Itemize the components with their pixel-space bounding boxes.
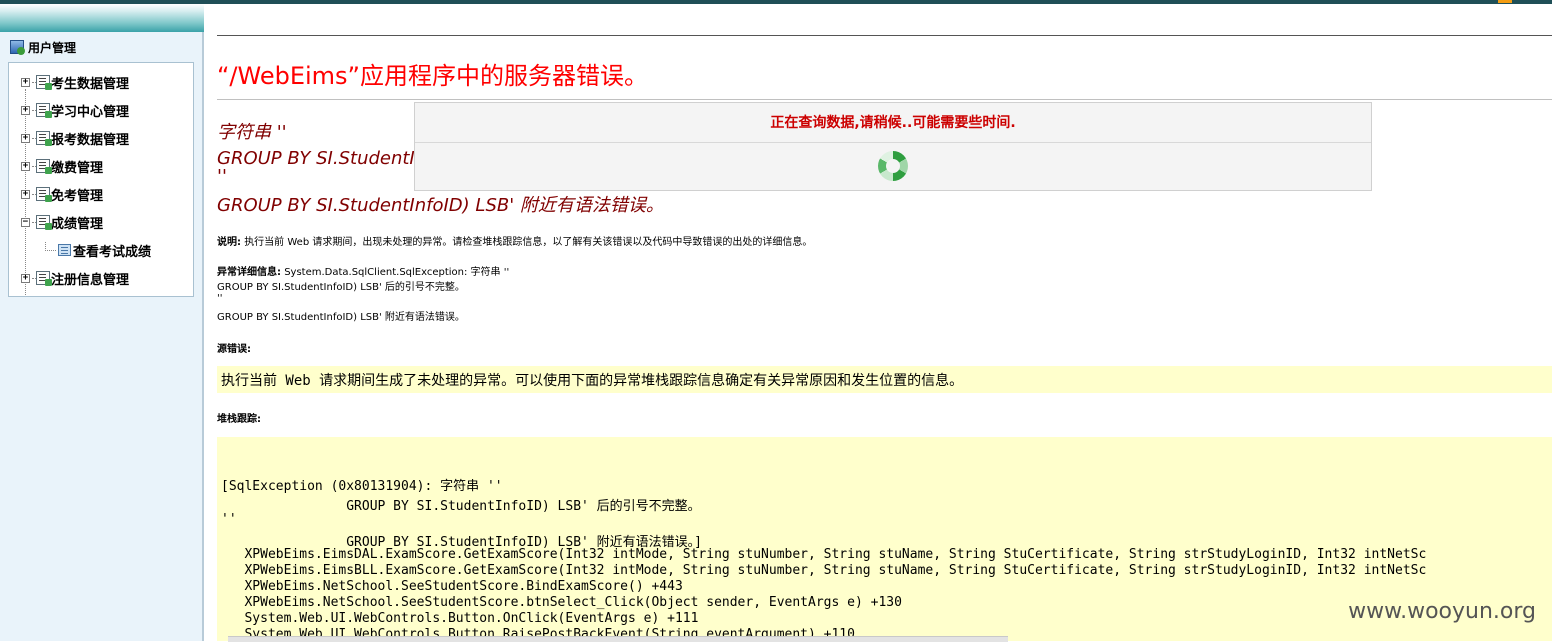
loading-overlay: 正在查询数据,请稍候..可能需要些时间. bbox=[414, 102, 1372, 191]
folder-icon bbox=[36, 75, 52, 90]
tree-item-label: 考生数据管理 bbox=[51, 76, 130, 92]
user-manage-icon bbox=[10, 40, 25, 55]
tree-item-scores[interactable]: − 成绩管理 bbox=[21, 213, 104, 232]
description: 说明: 执行当前 Web 请求期间，出现未处理的异常。请检查堆栈跟踪信息，以了解… bbox=[217, 237, 813, 248]
source-error-label: 源错误: bbox=[217, 344, 251, 355]
stack-line: XPWebEims.NetSchool.SeeStudentScore.btnS… bbox=[221, 595, 902, 610]
expand-icon[interactable]: + bbox=[21, 273, 30, 283]
sidebar-header[interactable]: 用户管理 bbox=[10, 38, 76, 56]
divider bbox=[217, 35, 1552, 36]
tree-item-fees[interactable]: + 缴费管理 bbox=[21, 157, 104, 176]
error-title: “/WebEims”应用程序中的服务器错误。 bbox=[217, 62, 648, 90]
tree-item-label: 查看考试成绩 bbox=[73, 244, 152, 260]
tree-item-registration-info[interactable]: + 注册信息管理 bbox=[21, 269, 130, 288]
expand-icon[interactable]: + bbox=[21, 133, 30, 143]
watermark: www.wooyun.org bbox=[1348, 599, 1536, 624]
expand-icon[interactable]: + bbox=[21, 77, 30, 87]
stack-line: GROUP BY SI.StudentInfoID) LSB' 后的引号不完整。 bbox=[221, 499, 701, 514]
stack-line: '' bbox=[221, 512, 237, 527]
exception-details: 异常详细信息: System.Data.SqlClient.SqlExcepti… bbox=[217, 267, 510, 278]
stack-line: XPWebEims.EimsBLL.ExamScore.GetExamScore… bbox=[221, 563, 1427, 578]
stack-line: XPWebEims.NetSchool.SeeStudentScore.Bind… bbox=[221, 579, 683, 594]
folder-icon bbox=[36, 159, 52, 174]
loading-spinner-icon bbox=[878, 151, 908, 181]
expand-icon[interactable]: + bbox=[21, 189, 30, 199]
source-error-box: 执行当前 Web 请求期间生成了未处理的异常。可以使用下面的异常堆栈跟踪信息确定… bbox=[217, 366, 1552, 393]
page-icon bbox=[58, 244, 71, 256]
sidebar-tree: + 考生数据管理 + 学习中心管理 + 报考数据管理 + 缴费管理 + 免考管理… bbox=[8, 62, 194, 297]
loading-message: 正在查询数据,请稍候..可能需要些时间. bbox=[415, 103, 1371, 143]
folder-icon bbox=[36, 187, 52, 202]
divider bbox=[217, 99, 1552, 100]
source-error-text: 执行当前 Web 请求期间生成了未处理的异常。可以使用下面的异常堆栈跟踪信息确定… bbox=[221, 373, 964, 389]
folder-icon bbox=[36, 271, 52, 286]
stack-line: XPWebEims.EimsDAL.ExamScore.GetExamScore… bbox=[221, 547, 1427, 562]
tree-item-exemption[interactable]: + 免考管理 bbox=[21, 185, 104, 204]
error-message-line: GROUP BY SI.StudentInfoID) LSB' 附近有语法错误。 bbox=[217, 195, 664, 216]
tree-item-view-exam-scores[interactable]: 查看考试成绩 bbox=[45, 241, 152, 260]
horizontal-scrollbar[interactable] bbox=[228, 636, 1008, 642]
tree-item-label: 注册信息管理 bbox=[51, 272, 130, 288]
expand-icon[interactable]: + bbox=[21, 105, 30, 115]
tree-item-student-data[interactable]: + 考生数据管理 bbox=[21, 73, 130, 92]
collapse-icon[interactable]: − bbox=[21, 217, 30, 227]
sidebar-header-label: 用户管理 bbox=[28, 40, 77, 55]
stack-trace-label: 堆栈跟踪: bbox=[217, 414, 261, 425]
tree-item-label: 学习中心管理 bbox=[51, 104, 130, 120]
exception-line: GROUP BY SI.StudentInfoID) LSB' 附近有语法错误。 bbox=[217, 312, 465, 323]
sidebar-header-band bbox=[0, 4, 204, 32]
error-message-line: '' bbox=[217, 166, 227, 187]
tree-item-study-center[interactable]: + 学习中心管理 bbox=[21, 101, 130, 120]
folder-icon bbox=[36, 103, 52, 118]
tree-item-exam-registration[interactable]: + 报考数据管理 bbox=[21, 129, 130, 148]
tree-item-label: 成绩管理 bbox=[51, 216, 104, 232]
folder-icon bbox=[36, 131, 52, 146]
stack-line: [SqlException (0x80131904): 字符串 '' bbox=[221, 479, 503, 494]
exception-line: '' bbox=[217, 293, 223, 304]
tree-item-label: 缴费管理 bbox=[51, 160, 104, 176]
tree-item-label: 报考数据管理 bbox=[51, 132, 130, 148]
error-page: “/WebEims”应用程序中的服务器错误。 字符串 '' GROUP BY S… bbox=[217, 0, 1552, 642]
stack-line: System.Web.UI.WebControls.Button.OnClick… bbox=[221, 611, 699, 626]
folder-icon bbox=[36, 215, 52, 230]
expand-icon[interactable]: + bbox=[21, 161, 30, 171]
error-message-line: 字符串 '' bbox=[217, 122, 287, 143]
exception-line: GROUP BY SI.StudentInfoID) LSB' 后的引号不完整。 bbox=[217, 282, 465, 293]
tree-item-label: 免考管理 bbox=[51, 188, 104, 204]
